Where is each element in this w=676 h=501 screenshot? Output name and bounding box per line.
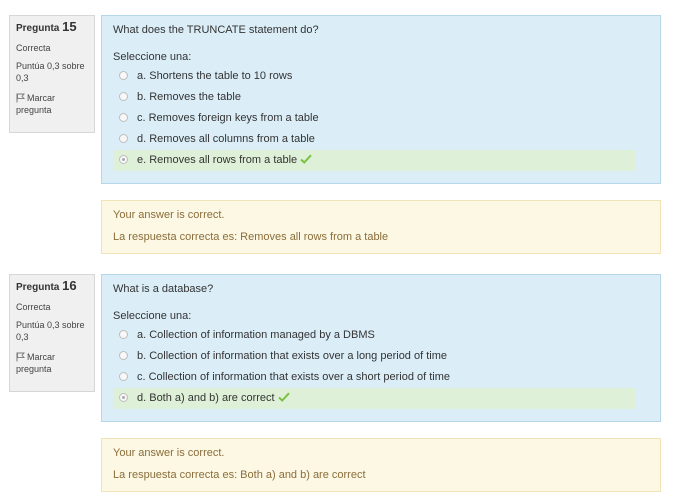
question-state: Correcta xyxy=(16,43,51,53)
answer-options: a. Collection of information managed by … xyxy=(113,325,649,409)
radio-icon[interactable] xyxy=(119,350,128,360)
answer-option-label: c. Collection of information that exists… xyxy=(137,371,451,383)
answer-option-label: a. Shortens the table to 10 rows xyxy=(137,70,293,82)
answer-option-label: b. Collection of information that exists… xyxy=(137,350,447,362)
answer-option[interactable]: c. Collection of information that exists… xyxy=(113,367,635,388)
flag-question-toggle[interactable]: Marcar pregunta xyxy=(16,351,88,375)
answer-option-correct[interactable]: e. Removes all rows from a table xyxy=(113,150,635,171)
radio-icon[interactable] xyxy=(119,371,128,381)
question-label: Pregunta xyxy=(16,23,60,34)
question-info-16: Pregunta 16 Correcta Puntúa 0,3 sobre 0,… xyxy=(9,274,95,392)
flag-icon xyxy=(16,352,25,362)
answer-option-label: c. Removes foreign keys from a table xyxy=(137,112,319,124)
feedback-text: Your answer is correct. xyxy=(113,447,225,459)
question-grade: Puntúa 0,3 sobre 0,3 xyxy=(16,61,85,83)
answer-option[interactable]: b. Removes the table xyxy=(113,87,635,108)
question-state: Correcta xyxy=(16,302,51,312)
radio-icon[interactable] xyxy=(119,91,128,101)
right-answer-text: La respuesta correcta es: Both a) and b)… xyxy=(113,469,366,481)
question-formulation-16: What is a database? Seleccione una: a. C… xyxy=(101,274,661,422)
question-number-value: 16 xyxy=(62,278,77,293)
answer-option[interactable]: b. Collection of information that exists… xyxy=(113,346,635,367)
feedback-text: Your answer is correct. xyxy=(113,209,225,221)
answer-option-correct[interactable]: d. Both a) and b) are correct xyxy=(113,388,635,409)
question-number-value: 15 xyxy=(62,19,77,34)
answer-option-label: a. Collection of information managed by … xyxy=(137,329,375,341)
answer-option-label: d. Removes all columns from a table xyxy=(137,133,315,145)
answer-option-label: e. Removes all rows from a table xyxy=(137,154,298,166)
question-label: Pregunta xyxy=(16,282,60,293)
question-text: What does the TRUNCATE statement do? xyxy=(113,24,319,36)
answer-option[interactable]: a. Collection of information managed by … xyxy=(113,325,635,346)
answer-option[interactable]: d. Removes all columns from a table xyxy=(113,129,635,150)
answer-options: a. Shortens the table to 10 rows b. Remo… xyxy=(113,66,649,171)
question-formulation-15: What does the TRUNCATE statement do? Sel… xyxy=(101,15,661,184)
answer-option[interactable]: a. Shortens the table to 10 rows xyxy=(113,66,635,87)
check-icon xyxy=(277,392,290,403)
radio-icon[interactable] xyxy=(119,329,128,339)
radio-icon[interactable] xyxy=(119,70,128,80)
question-grade: Puntúa 0,3 sobre 0,3 xyxy=(16,320,85,342)
question-text: What is a database? xyxy=(113,283,214,295)
radio-icon[interactable] xyxy=(119,133,128,143)
radio-icon[interactable] xyxy=(119,112,128,122)
flag-icon xyxy=(16,93,25,103)
question-number: Pregunta 16 xyxy=(16,279,88,295)
question-outcome-15: Your answer is correct. La respuesta cor… xyxy=(101,200,661,254)
right-answer-text: La respuesta correcta es: Removes all ro… xyxy=(113,231,389,243)
answer-option[interactable]: c. Removes foreign keys from a table xyxy=(113,108,635,129)
answer-prompt: Seleccione una: xyxy=(113,310,192,322)
answer-option-label: b. Removes the table xyxy=(137,91,241,103)
question-outcome-16: Your answer is correct. La respuesta cor… xyxy=(101,438,661,492)
check-icon xyxy=(300,154,312,165)
radio-icon[interactable] xyxy=(119,154,128,164)
question-info-15: Pregunta 15 Correcta Puntúa 0,3 sobre 0,… xyxy=(9,15,95,133)
flag-question-toggle[interactable]: Marcar pregunta xyxy=(16,92,88,116)
question-number: Pregunta 15 xyxy=(16,20,88,36)
answer-prompt: Seleccione una: xyxy=(113,51,192,63)
answer-option-label: d. Both a) and b) are correct xyxy=(137,392,275,404)
radio-icon[interactable] xyxy=(119,392,128,402)
